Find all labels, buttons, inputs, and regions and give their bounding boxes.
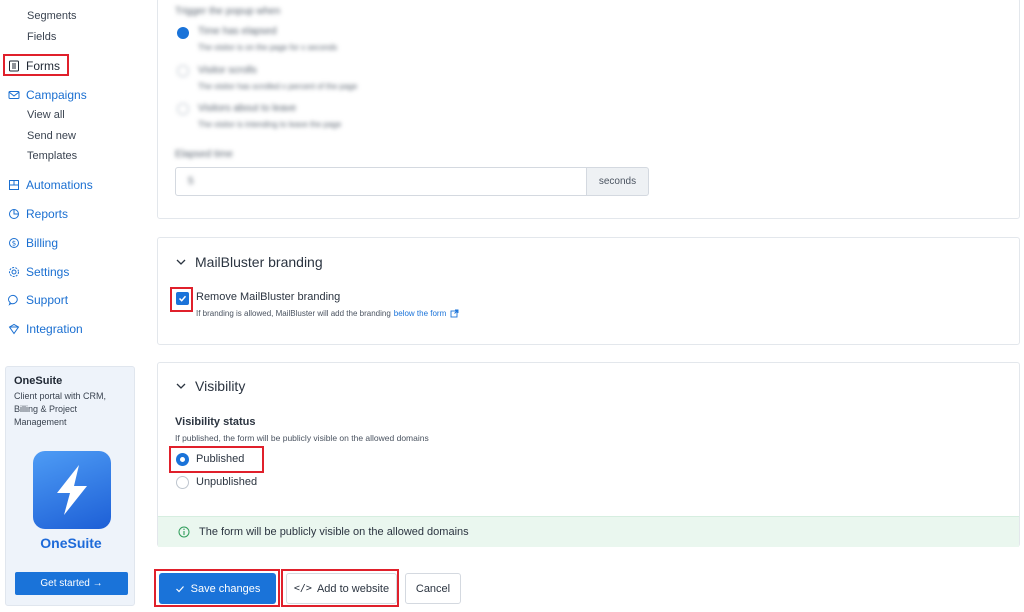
sidebar-item-label: Billing <box>26 236 59 250</box>
sidebar-item-campaigns[interactable]: Campaigns <box>8 88 87 102</box>
sidebar-item-reports[interactable]: Reports <box>8 207 68 221</box>
save-changes-button[interactable]: Save changes <box>159 573 276 604</box>
sidebar-item-send-new[interactable]: Send new <box>27 130 76 142</box>
sidebar-item-label: Support <box>26 293 69 307</box>
below-the-form-link[interactable]: below the form <box>394 309 446 318</box>
code-icon: </> <box>293 583 312 594</box>
dollar-circle-icon: $ <box>9 238 19 248</box>
sidebar-item-label: Reports <box>26 207 69 221</box>
chevron-down-icon <box>176 259 186 265</box>
integration-icon <box>8 323 20 335</box>
branding-section-header[interactable]: MailBluster branding <box>175 254 323 270</box>
check-icon <box>178 295 187 302</box>
remove-branding-label[interactable]: Remove MailBluster branding <box>196 291 340 303</box>
visibility-card: Visibility Visibility status If publishe… <box>157 362 1020 547</box>
visibility-status-label: Visibility status <box>175 416 256 428</box>
chat-bubble-icon <box>8 294 18 306</box>
remove-branding-checkbox[interactable] <box>176 292 189 305</box>
sidebar-item-settings[interactable]: Settings <box>8 265 69 279</box>
branding-title: MailBluster branding <box>195 254 323 270</box>
check-icon <box>175 585 184 592</box>
trigger-heading: Trigger the popup when <box>175 6 281 17</box>
visibility-status-help: If published, the form will be publicly … <box>175 433 429 443</box>
branding-card: MailBluster branding Remove MailBluster … <box>157 237 1020 345</box>
sidebar-item-label: Automations <box>26 178 93 192</box>
visibility-title: Visibility <box>195 378 246 394</box>
sidebar-item-templates[interactable]: Templates <box>27 150 77 162</box>
sidebar-item-fields[interactable]: Fields <box>27 31 56 43</box>
info-icon <box>178 526 190 538</box>
trigger-card: Trigger the popup when Time has elapsed … <box>157 0 1020 219</box>
promo-card: OneSuite Client portal with CRM, Billing… <box>5 366 135 606</box>
svg-text:$: $ <box>12 240 16 248</box>
sidebar-item-label: Settings <box>26 265 70 279</box>
sidebar-item-segments[interactable]: Segments <box>27 10 77 22</box>
sidebar-item-label: Forms <box>26 59 60 73</box>
add-label: Add to website <box>316 582 390 595</box>
trigger-radio-1[interactable] <box>177 27 189 39</box>
sidebar-item-integration[interactable]: Integration <box>8 322 83 336</box>
gear-icon <box>9 267 19 277</box>
automation-icon <box>9 180 19 190</box>
sidebar: Segments Fields Forms Campaigns View all… <box>0 0 145 612</box>
app-root: Segments Fields Forms Campaigns View all… <box>0 0 1024 612</box>
elapsed-time-value: 5 <box>188 176 194 187</box>
reports-icon <box>9 209 19 219</box>
unpublished-label[interactable]: Unpublished <box>196 476 257 488</box>
branding-help: If branding is allowed, MailBluster will… <box>196 309 459 318</box>
cancel-button[interactable]: Cancel <box>405 573 461 604</box>
trigger-option-3-title: Visitors about to leave <box>198 103 297 114</box>
trigger-option-1-desc: The visitor is on the page for x seconds <box>198 43 338 52</box>
sidebar-item-label: Campaigns <box>26 88 87 102</box>
trigger-option-2-title: Visitor scrolls <box>198 65 257 76</box>
chevron-down-icon <box>176 383 186 389</box>
elapsed-time-label: Elapsed time <box>175 149 233 160</box>
visibility-info-text: The form will be publicly visible on the… <box>199 526 469 538</box>
elapsed-time-input[interactable]: 5 <box>175 167 587 196</box>
sidebar-item-forms[interactable]: Forms <box>8 59 60 73</box>
lightning-logo-icon <box>33 451 111 529</box>
external-link-icon[interactable] <box>450 309 459 318</box>
branding-help-text: If branding is allowed, MailBluster will… <box>196 309 391 318</box>
trigger-option-2-desc: The visitor has scrolled x percent of th… <box>198 82 358 91</box>
trigger-option-1-title: Time has elapsed <box>198 26 277 37</box>
sidebar-item-billing[interactable]: $ Billing <box>8 236 58 250</box>
trigger-radio-2[interactable] <box>177 65 189 77</box>
promo-description: Client portal with CRM, Billing & Projec… <box>14 391 107 427</box>
sidebar-item-label: Integration <box>26 322 83 336</box>
add-to-website-button[interactable]: </> Add to website <box>286 573 397 604</box>
sidebar-item-support[interactable]: Support <box>8 293 68 307</box>
trigger-option-3-desc: The visitor is intending to leave the pa… <box>198 120 342 129</box>
save-label: Save changes <box>190 582 261 595</box>
published-radio[interactable] <box>176 453 189 466</box>
published-label[interactable]: Published <box>196 453 244 465</box>
seconds-addon: seconds <box>586 167 649 196</box>
sidebar-item-automations[interactable]: Automations <box>8 178 93 192</box>
form-icon <box>9 60 19 72</box>
promo-title: OneSuite <box>14 375 63 387</box>
trigger-radio-3[interactable] <box>177 103 189 115</box>
unpublished-radio[interactable] <box>176 476 189 489</box>
get-started-button[interactable]: Get started → <box>15 572 128 595</box>
visibility-section-header[interactable]: Visibility <box>175 378 245 394</box>
promo-brand-name: OneSuite <box>40 535 102 551</box>
visibility-info-bar: The form will be publicly visible on the… <box>158 516 1019 547</box>
sidebar-item-view-all[interactable]: View all <box>27 109 65 121</box>
envelope-icon <box>8 91 20 99</box>
